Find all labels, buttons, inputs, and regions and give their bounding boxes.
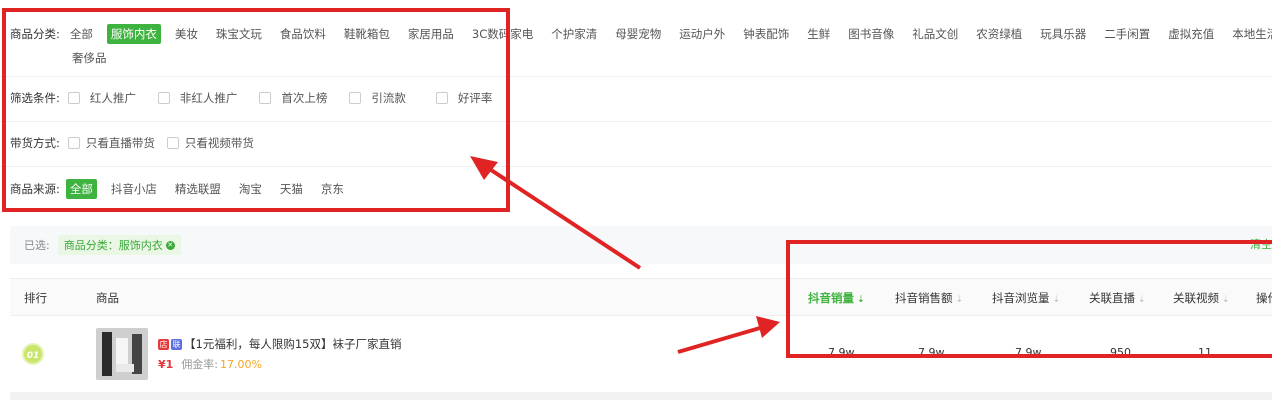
commission-label: 佣金率:: [181, 358, 219, 371]
header-product: 商品: [96, 291, 119, 305]
shop-tag-icon: 店: [158, 338, 169, 350]
selected-chip-label: 商品分类：服饰内衣: [63, 239, 163, 252]
sock-image-icon: [96, 328, 148, 380]
category-agri[interactable]: 农资绿植: [972, 24, 1026, 44]
product-price-line: ¥1 佣金率: 17.00%: [158, 356, 262, 372]
selected-chip[interactable]: 商品分类：服饰内衣 ✕: [57, 235, 181, 255]
category-toys[interactable]: 玩具乐器: [1036, 24, 1090, 44]
annotation-box-filters: [2, 8, 510, 212]
commission-rate: 17.00%: [220, 357, 262, 371]
category-fresh[interactable]: 生鲜: [803, 24, 834, 44]
product-title[interactable]: 【1元福利，每人限购15双】袜子厂家直销: [184, 336, 401, 352]
category-books[interactable]: 图书音像: [844, 24, 898, 44]
product-title-line: 店 联 【1元福利，每人限购15双】袜子厂家直销: [158, 336, 401, 352]
category-secondhand[interactable]: 二手闲置: [1100, 24, 1154, 44]
bottom-strip: [10, 392, 1272, 400]
product-thumbnail[interactable]: [96, 328, 148, 380]
category-local[interactable]: 本地生活: [1228, 24, 1272, 44]
category-virtual[interactable]: 虚拟充值: [1164, 24, 1218, 44]
rank-badge: 01: [22, 343, 44, 365]
category-personal-care[interactable]: 个护家清: [547, 24, 601, 44]
selected-label: 已选:: [24, 239, 50, 252]
product-price: ¥1: [158, 357, 174, 371]
close-icon[interactable]: ✕: [165, 240, 175, 250]
category-sports[interactable]: 运动户外: [675, 24, 729, 44]
alliance-tag-icon: 联: [171, 338, 182, 350]
annotation-box-metrics: [786, 240, 1272, 358]
header-rank: 排行: [24, 291, 47, 305]
category-gifts[interactable]: 礼品文创: [908, 24, 962, 44]
category-watches[interactable]: 钟表配饰: [739, 24, 793, 44]
category-baby-pet[interactable]: 母婴宠物: [611, 24, 665, 44]
